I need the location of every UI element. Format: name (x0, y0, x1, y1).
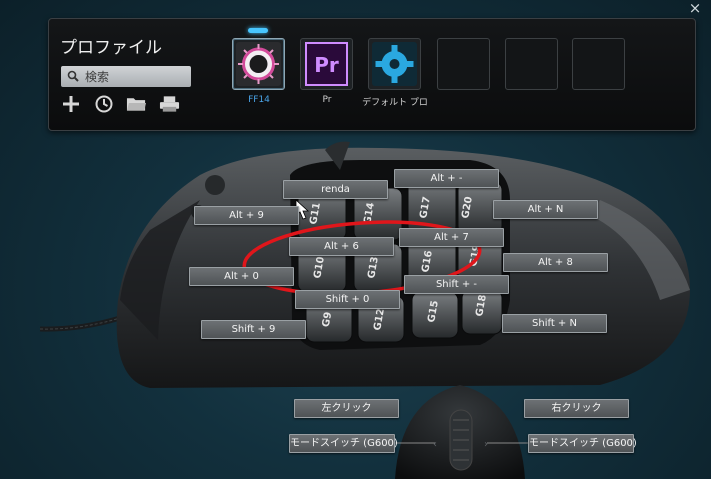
ff14-app-icon (236, 42, 281, 86)
profile-slot-empty[interactable] (572, 38, 625, 90)
premiere-app-icon: Pr (305, 42, 348, 86)
search-icon (67, 67, 79, 86)
assign-alt-7[interactable]: Alt + 7 (399, 228, 504, 247)
clock-icon[interactable] (93, 95, 114, 113)
printer-icon[interactable] (159, 95, 180, 113)
assign-shift-minus[interactable]: Shift + - (404, 275, 509, 294)
assign-left-click[interactable]: 左クリック (294, 399, 399, 418)
assign-alt-6[interactable]: Alt + 6 (289, 237, 394, 256)
assign-mode-switch-right[interactable]: モードスイッチ (G600) (528, 434, 637, 453)
add-icon[interactable] (60, 95, 81, 113)
assign-right-click[interactable]: 右クリック (524, 399, 629, 418)
profile-slot-ff14[interactable] (232, 38, 285, 90)
assign-renda[interactable]: renda (283, 180, 388, 199)
assign-shift-9[interactable]: Shift + 9 (201, 320, 306, 339)
assign-alt-8[interactable]: Alt + 8 (503, 253, 608, 272)
search-field[interactable] (61, 66, 191, 87)
assign-shift-n[interactable]: Shift + N (502, 314, 607, 333)
svg-text:›: › (484, 439, 488, 450)
profile-slot-empty[interactable] (505, 38, 558, 90)
profile-slot-empty[interactable] (437, 38, 490, 90)
assign-mode-switch-left[interactable]: モードスイッチ (G600) (289, 434, 398, 453)
search-input[interactable] (85, 69, 185, 84)
assign-alt-0[interactable]: Alt + 0 (189, 267, 294, 286)
profile-slot-label-default: デフォルト プロ (362, 98, 428, 108)
profile-title: プロファイル (60, 38, 162, 58)
assign-alt-9[interactable]: Alt + 9 (194, 206, 299, 225)
folder-icon[interactable] (126, 95, 147, 113)
profile-slot-premiere[interactable]: Pr (300, 38, 353, 90)
assign-alt-n[interactable]: Alt + N (493, 200, 598, 219)
assign-shift-0[interactable]: Shift + 0 (295, 290, 400, 309)
profile-slot-default[interactable] (368, 38, 421, 90)
svg-text:Pr: Pr (314, 53, 339, 77)
assign-alt-minus[interactable]: Alt + - (394, 169, 499, 188)
active-profile-indicator (248, 28, 268, 33)
gear-app-icon (372, 42, 417, 86)
profile-panel: プロファイル 検索 FF14 Pr Pr デフォルト プロ (48, 18, 696, 131)
svg-text:‹: ‹ (433, 439, 437, 450)
profile-toolbar (60, 95, 180, 113)
